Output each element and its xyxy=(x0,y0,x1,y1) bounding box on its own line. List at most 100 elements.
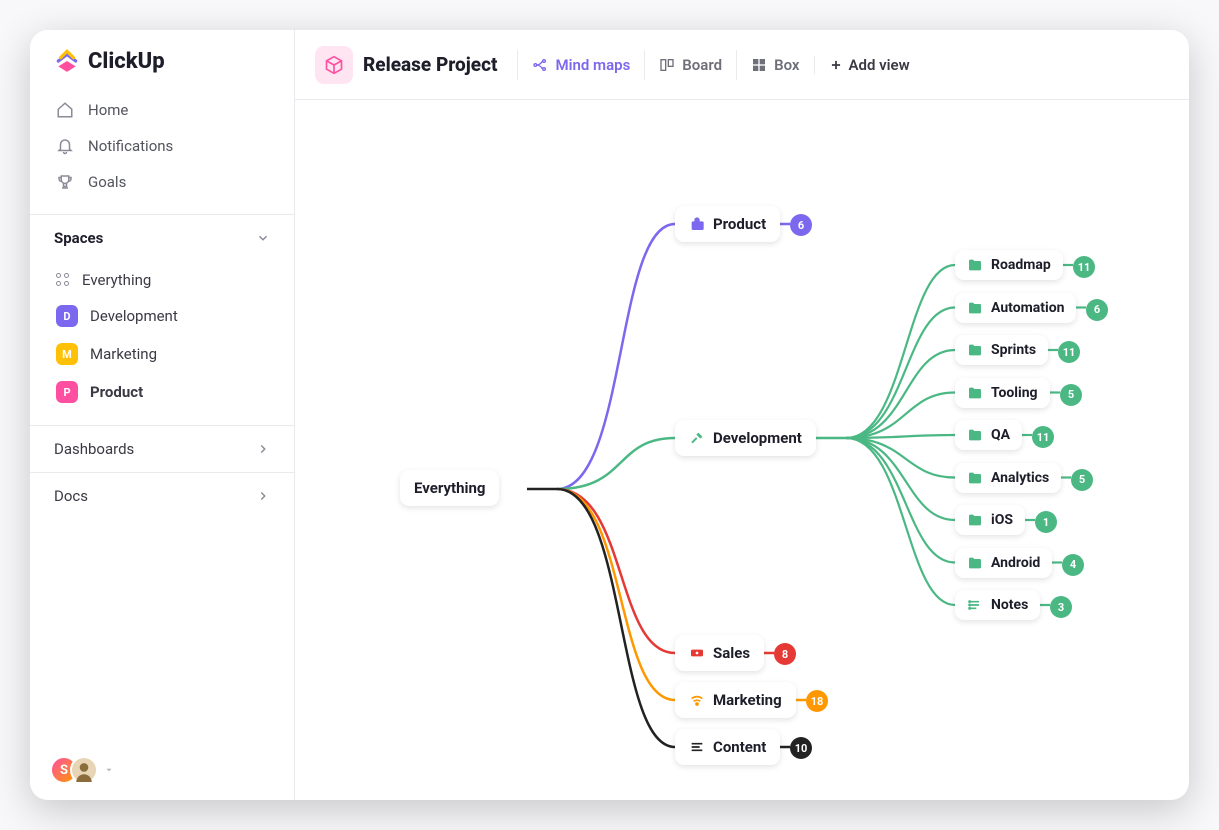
space-badge: P xyxy=(56,381,78,403)
node-label: Sprints xyxy=(991,342,1036,358)
node-label: QA xyxy=(991,427,1010,443)
node-label: iOS xyxy=(991,512,1013,528)
board-icon xyxy=(659,57,675,73)
node-label: Content xyxy=(713,738,766,756)
node-sales[interactable]: Sales xyxy=(675,635,764,671)
node-label: Roadmap xyxy=(991,257,1051,273)
count-badge: 18 xyxy=(806,690,828,712)
count-badge: 6 xyxy=(1086,299,1108,321)
space-everything-label: Everything xyxy=(82,271,151,289)
brand-name: ClickUp xyxy=(88,49,165,74)
app-window: ClickUp Home Notifications Goals Spaces xyxy=(30,30,1189,800)
home-icon xyxy=(56,101,74,119)
node-tooling[interactable]: Tooling xyxy=(955,378,1050,408)
count-badge: 1 xyxy=(1035,511,1057,533)
add-view-label: Add view xyxy=(849,56,910,74)
main: Release Project Mind maps Board Box Add … xyxy=(295,30,1189,800)
space-badge: D xyxy=(56,305,78,327)
space-everything[interactable]: Everything xyxy=(46,263,278,297)
add-view-button[interactable]: Add view xyxy=(814,56,910,74)
sidebar: ClickUp Home Notifications Goals Spaces xyxy=(30,30,295,800)
tab-board-label: Board xyxy=(682,56,722,74)
project-icon[interactable] xyxy=(315,46,353,84)
sidebar-dashboards-label: Dashboards xyxy=(54,440,134,458)
nav-notifications-label: Notifications xyxy=(88,137,173,155)
node-label: Development xyxy=(713,429,802,447)
sidebar-docs-label: Docs xyxy=(54,487,88,505)
tab-box[interactable]: Box xyxy=(736,50,813,80)
space-badge: M xyxy=(56,343,78,365)
nav-goals-label: Goals xyxy=(88,173,126,191)
count-badge: 11 xyxy=(1032,426,1054,448)
node-sprints[interactable]: Sprints xyxy=(955,335,1048,365)
project-title: Release Project xyxy=(363,53,497,76)
node-label: Sales xyxy=(713,644,750,662)
spaces-header-label: Spaces xyxy=(54,229,103,247)
space-label: Product xyxy=(90,383,143,401)
node-product[interactable]: Product xyxy=(675,206,780,242)
box-icon xyxy=(751,57,767,73)
space-product[interactable]: P Product xyxy=(46,373,278,411)
bell-icon xyxy=(56,137,74,155)
spaces-header[interactable]: Spaces xyxy=(30,214,294,259)
node-automation[interactable]: Automation xyxy=(955,293,1076,323)
sidebar-dashboards[interactable]: Dashboards xyxy=(30,425,294,472)
count-badge: 11 xyxy=(1058,341,1080,363)
node-label: Marketing xyxy=(713,691,782,709)
spaces-list: Everything D Development M Marketing P P… xyxy=(30,259,294,425)
tab-box-label: Box xyxy=(774,56,799,74)
caret-down-icon[interactable] xyxy=(104,765,114,775)
count-badge: 6 xyxy=(790,214,812,236)
node-notes[interactable]: Notes xyxy=(955,590,1040,620)
node-label: Android xyxy=(991,555,1040,571)
node-everything[interactable]: Everything xyxy=(400,470,499,506)
count-badge: 5 xyxy=(1060,384,1082,406)
node-development[interactable]: Development xyxy=(675,420,816,456)
person-icon xyxy=(72,756,96,784)
plus-icon xyxy=(829,58,843,72)
brand-logo[interactable]: ClickUp xyxy=(30,30,294,86)
count-badge: 3 xyxy=(1050,596,1072,618)
cube-icon xyxy=(324,55,344,75)
tab-board[interactable]: Board xyxy=(644,50,736,80)
trophy-icon xyxy=(56,173,74,191)
nav-home[interactable]: Home xyxy=(46,92,278,128)
sidebar-footer: S xyxy=(30,740,294,800)
chevron-right-icon xyxy=(256,489,270,503)
count-badge: 8 xyxy=(774,643,796,665)
node-everything-label: Everything xyxy=(414,479,485,497)
avatar-user[interactable] xyxy=(70,756,98,784)
node-ios[interactable]: iOS xyxy=(955,505,1025,535)
tab-mindmaps-label: Mind maps xyxy=(555,56,630,74)
node-label: Notes xyxy=(991,597,1028,613)
node-qa[interactable]: QA xyxy=(955,420,1022,450)
count-badge: 4 xyxy=(1062,554,1084,576)
nav-home-label: Home xyxy=(88,101,128,119)
node-label: Tooling xyxy=(991,385,1038,401)
topbar: Release Project Mind maps Board Box Add … xyxy=(295,30,1189,100)
count-badge: 5 xyxy=(1071,469,1093,491)
space-marketing[interactable]: M Marketing xyxy=(46,335,278,373)
mindmap-icon xyxy=(532,57,548,73)
node-label: Analytics xyxy=(991,470,1049,486)
count-badge: 10 xyxy=(790,737,812,759)
node-roadmap[interactable]: Roadmap xyxy=(955,250,1063,280)
sidebar-docs[interactable]: Docs xyxy=(30,472,294,519)
tab-mindmaps[interactable]: Mind maps xyxy=(517,50,644,80)
node-analytics[interactable]: Analytics xyxy=(955,463,1061,493)
space-label: Development xyxy=(90,307,178,325)
node-android[interactable]: Android xyxy=(955,548,1052,578)
mindmap-canvas[interactable]: Everything Product Development Sales Mar… xyxy=(295,100,1189,800)
nav-primary: Home Notifications Goals xyxy=(30,86,294,214)
nav-goals[interactable]: Goals xyxy=(46,164,278,200)
everything-icon xyxy=(56,273,70,287)
avatar-group[interactable]: S xyxy=(50,756,98,784)
nav-notifications[interactable]: Notifications xyxy=(46,128,278,164)
count-badge: 11 xyxy=(1073,256,1095,278)
clickup-logo-icon xyxy=(54,48,80,74)
node-label: Automation xyxy=(991,300,1064,316)
node-marketing[interactable]: Marketing xyxy=(675,682,796,718)
space-development[interactable]: D Development xyxy=(46,297,278,335)
chevron-down-icon xyxy=(256,231,270,245)
node-content[interactable]: Content xyxy=(675,729,780,765)
